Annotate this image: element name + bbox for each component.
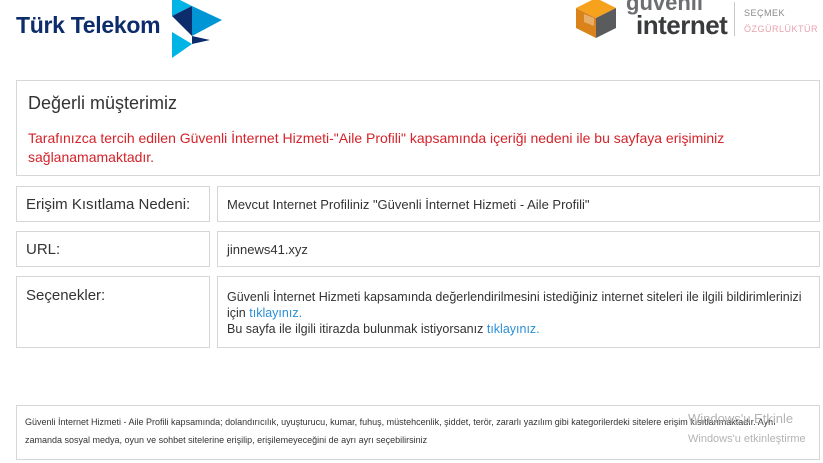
notice-panel: Değerli müşterimiz Tarafınızca tercih ed… xyxy=(16,80,820,176)
internet-text: internet xyxy=(636,10,728,40)
greeting-heading: Değerli müşterimiz xyxy=(28,93,178,113)
slogan-bottom: ÖZGÜRLÜKTÜR xyxy=(744,24,819,34)
shield-cube-icon xyxy=(576,0,616,38)
restriction-reason-value: Mevcut Internet Profiliniz "Güvenli İnte… xyxy=(217,186,820,222)
options-value: Güvenli İnternet Hizmeti kapsamında değe… xyxy=(217,276,820,348)
turk-telekom-arrow-icon xyxy=(172,0,222,58)
logo-divider xyxy=(734,2,735,36)
access-blocked-message: Tarafınızca tercih edilen Güvenli İntern… xyxy=(28,130,725,165)
objection-link[interactable]: tıklayınız. xyxy=(487,322,540,336)
url-label: URL: xyxy=(16,231,210,267)
options-text-1: Güvenli İnternet Hizmeti kapsamında değe… xyxy=(227,290,802,320)
windows-activation-watermark-line2: Windows'u etkinleştirme xyxy=(688,433,806,445)
turk-telekom-wordmark: Türk Telekom xyxy=(16,12,161,38)
options-text-2: Bu sayfa ile ilgili itirazda bulunmak is… xyxy=(227,322,484,336)
url-value: jinnews41.xyz xyxy=(217,231,820,267)
report-site-link[interactable]: tıklayınız. xyxy=(249,306,302,320)
slogan-top: SEÇMEK xyxy=(744,8,786,18)
windows-activation-watermark-line1: Windows'u Etkinle xyxy=(688,411,794,426)
header: Türk Telekom güvenli internet SEÇMEK ÖZG… xyxy=(0,0,823,70)
restriction-reason-label: Erişim Kısıtlama Nedeni: xyxy=(16,186,210,222)
guvenli-internet-logo[interactable]: güvenli internet SEÇMEK ÖZGÜRLÜKTÜR xyxy=(572,0,823,44)
options-label: Seçenekler: xyxy=(16,276,210,348)
